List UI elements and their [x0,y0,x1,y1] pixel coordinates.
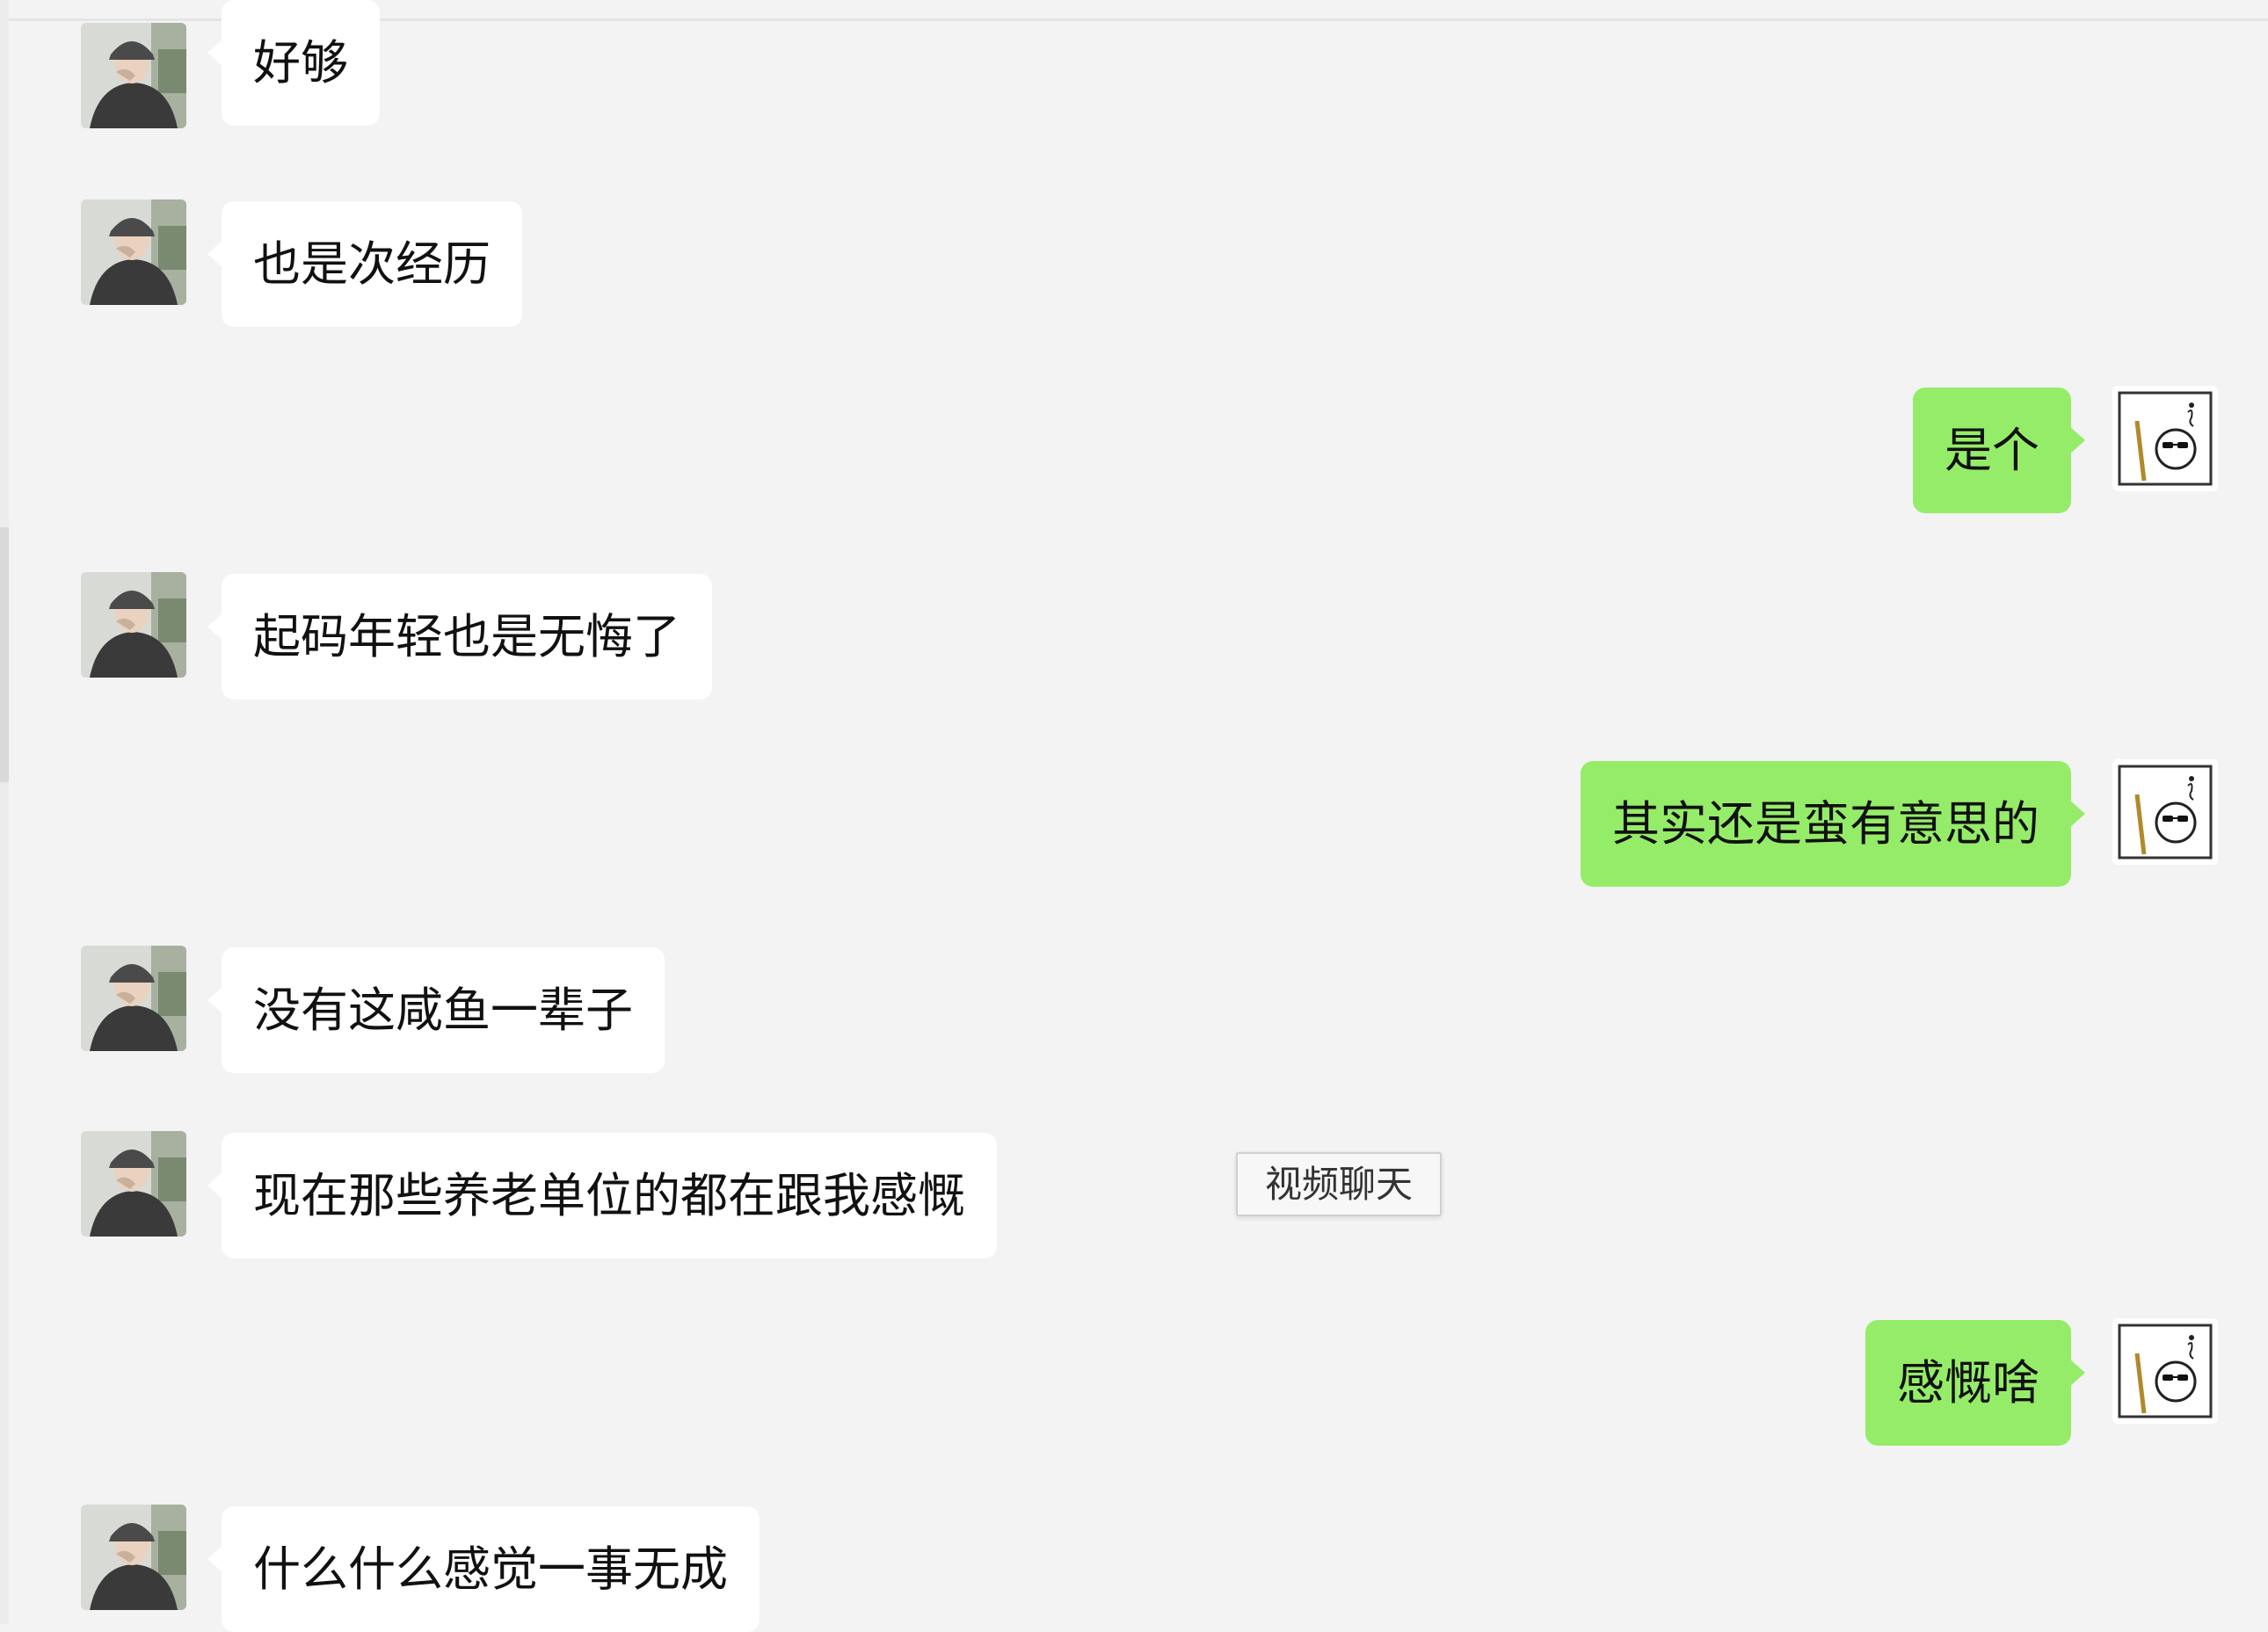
message-bubble-incoming[interactable]: 什么什么感觉一事无成 [207,1506,760,1632]
own-avatar[interactable] [2112,1318,2218,1424]
video-chat-tooltip: 视频聊天 [1236,1152,1442,1216]
sidebar-edge [0,0,9,1624]
message-bubble-incoming[interactable]: 没有这咸鱼一辈子 [207,947,665,1073]
own-avatar[interactable] [2112,386,2218,491]
message-bubble-incoming[interactable]: 也是次经历 [207,201,522,327]
own-avatar[interactable] [2112,759,2218,865]
contact-avatar[interactable] [81,946,186,1051]
contact-avatar[interactable] [81,23,186,128]
contact-avatar[interactable] [81,1505,186,1610]
message-bubble-incoming[interactable]: 现在那些养老单位的都在跟我感慨 [207,1133,997,1258]
contact-avatar[interactable] [81,1131,186,1237]
message-bubble-outgoing[interactable]: 其实还是蛮有意思的 [1581,761,2085,887]
scroll-indicator [0,527,9,782]
message-bubble-incoming[interactable]: 好够 [207,0,380,126]
contact-avatar[interactable] [81,199,186,305]
message-bubble-incoming[interactable]: 起码年轻也是无悔了 [207,574,712,700]
message-bubble-outgoing[interactable]: 是个 [1913,388,2085,513]
contact-avatar[interactable] [81,572,186,678]
message-bubble-outgoing[interactable]: 感慨啥 [1865,1320,2085,1446]
